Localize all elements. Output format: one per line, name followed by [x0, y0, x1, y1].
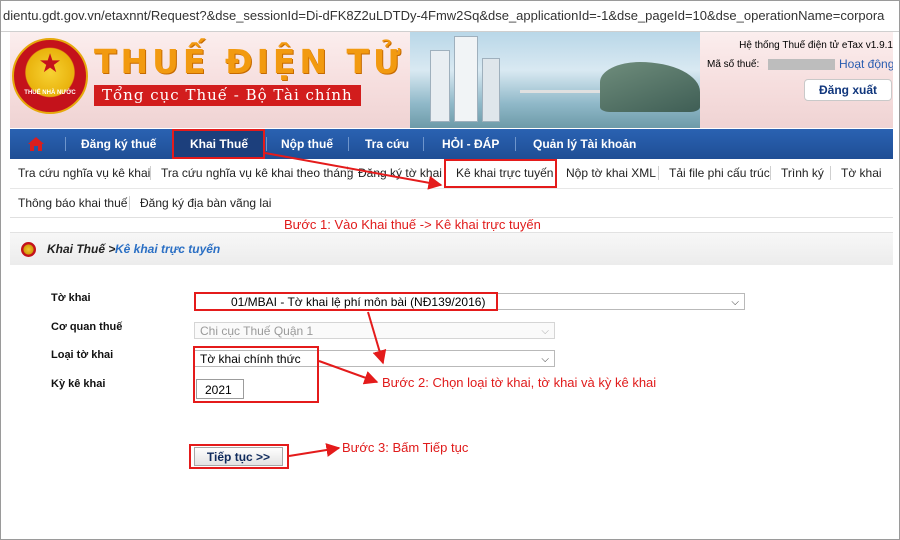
breadcrumb-current: Kê khai trực tuyến	[115, 242, 221, 256]
national-emblem-icon: ★ THUẾ NHÀ NƯỚC	[12, 38, 88, 114]
nav-item-khai-thue[interactable]: Khai Thuế	[173, 129, 265, 159]
tax-code-redacted	[768, 59, 835, 70]
loai-to-khai-label: Loại tờ khai	[51, 349, 114, 361]
header-banner-image	[410, 32, 700, 128]
brand-subtitle: Tổng cục Thuế - Bộ Tài chính	[94, 85, 361, 106]
site-header: ★ THUẾ NHÀ NƯỚC THUẾ ĐIỆN TỬ Tổng cục Th…	[10, 32, 893, 128]
nav-item-nop-thue[interactable]: Nộp thuế	[281, 129, 333, 159]
subnav-nop-to-khai-xml[interactable]: Nộp tờ khai XML	[566, 159, 656, 187]
emblem-text: THUẾ NHÀ NƯỚC	[24, 90, 76, 96]
ky-ke-khai-label: Kỳ kê khai	[51, 378, 106, 390]
nav-item-quan-ly-tai-khoan[interactable]: Quản lý Tài khoản	[533, 129, 636, 159]
subnav-to-khai[interactable]: Tờ khai	[841, 159, 882, 187]
nav-item-dang-ky-thue[interactable]: Đăng ký thuế	[81, 129, 156, 159]
url-text: dientu.gdt.gov.vn/etaxnnt/Request?&dse_s…	[3, 8, 885, 23]
page-frame: dientu.gdt.gov.vn/etaxnnt/Request?&dse_s…	[0, 0, 900, 540]
subnav-dang-ky-to-khai[interactable]: Đăng ký tờ khai	[358, 159, 442, 187]
star-icon: ★	[38, 48, 62, 78]
subnav-thong-bao-khai-thue[interactable]: Thông báo khai thuế	[18, 189, 127, 217]
co-quan-thue-label: Cơ quan thuế	[51, 321, 123, 333]
co-quan-thue-value: Chi cục Thuế Quận 1	[200, 324, 314, 338]
system-version: Hệ thống Thuế điện tử eTax v1.9.1	[739, 40, 893, 51]
tax-code-label: Mã số thuế:	[707, 59, 760, 70]
step1-annotation: Bước 1: Vào Khai thuế -> Kê khai trực tu…	[284, 217, 541, 232]
loai-to-khai-select[interactable]: Tờ khai chính thức ⌵	[194, 350, 555, 367]
nav-item-hoi-dap[interactable]: HỎI - ĐÁP	[442, 129, 499, 159]
loai-to-khai-value: Tờ khai chính thức	[200, 352, 301, 366]
main-nav: Đăng ký thuế Khai Thuế Nộp thuế Tra cứu …	[10, 129, 893, 159]
sub-nav: Tra cứu nghĩa vụ kê khai Tra cứu nghĩa v…	[10, 159, 893, 218]
chevron-down-icon: ⌵	[731, 297, 739, 308]
subnav-ke-khai-truc-tuyen[interactable]: Kê khai trực tuyến	[456, 159, 553, 187]
form-area: Tờ khai 01/MBAI - Tờ khai lệ phí môn bài…	[10, 265, 893, 531]
brand-title: THUẾ ĐIỆN TỬ	[94, 42, 405, 81]
subnav-trinh-ky[interactable]: Trình ký	[781, 159, 824, 187]
nav-item-tra-cuu[interactable]: Tra cứu	[365, 129, 409, 159]
step2-annotation: Bước 2: Chọn loại tờ khai, tờ khai và kỳ…	[382, 375, 657, 390]
breadcrumb-parent[interactable]: Khai Thuế >	[47, 242, 115, 256]
chevron-down-icon: ⌵	[541, 326, 549, 337]
subnav-dang-ky-dia-ban-vang-lai[interactable]: Đăng ký địa bàn vãng lai	[140, 189, 271, 217]
to-khai-label: Tờ khai	[51, 292, 91, 304]
subnav-tra-cuu-theo-thang[interactable]: Tra cứu nghĩa vụ kê khai theo tháng	[161, 159, 353, 187]
subnav-tai-file-phi-cau-truc[interactable]: Tải file phi cấu trúc	[669, 159, 770, 187]
chevron-down-icon: ⌵	[541, 354, 549, 365]
tiep-tuc-button[interactable]: Tiếp tục >>	[194, 447, 283, 466]
emblem-icon	[21, 242, 36, 257]
to-khai-select[interactable]: 01/MBAI - Tờ khai lệ phí môn bài (NĐ139/…	[194, 293, 745, 310]
to-khai-value: 01/MBAI - Tờ khai lệ phí môn bài (NĐ139/…	[231, 295, 486, 309]
status-link[interactable]: Hoạt động	[839, 57, 893, 71]
address-bar[interactable]: dientu.gdt.gov.vn/etaxnnt/Request?&dse_s…	[1, 1, 899, 32]
ky-ke-khai-input[interactable]: 2021	[196, 379, 244, 399]
home-icon[interactable]	[27, 136, 45, 152]
logout-button[interactable]: Đăng xuất	[804, 79, 892, 101]
co-quan-thue-select: Chi cục Thuế Quận 1 ⌵	[194, 322, 555, 339]
subnav-tra-cuu-nghia-vu[interactable]: Tra cứu nghĩa vụ kê khai	[18, 159, 150, 187]
breadcrumb: Khai Thuế > Kê khai trực tuyến	[10, 232, 893, 267]
step3-annotation: Bước 3: Bấm Tiếp tục	[342, 440, 469, 455]
